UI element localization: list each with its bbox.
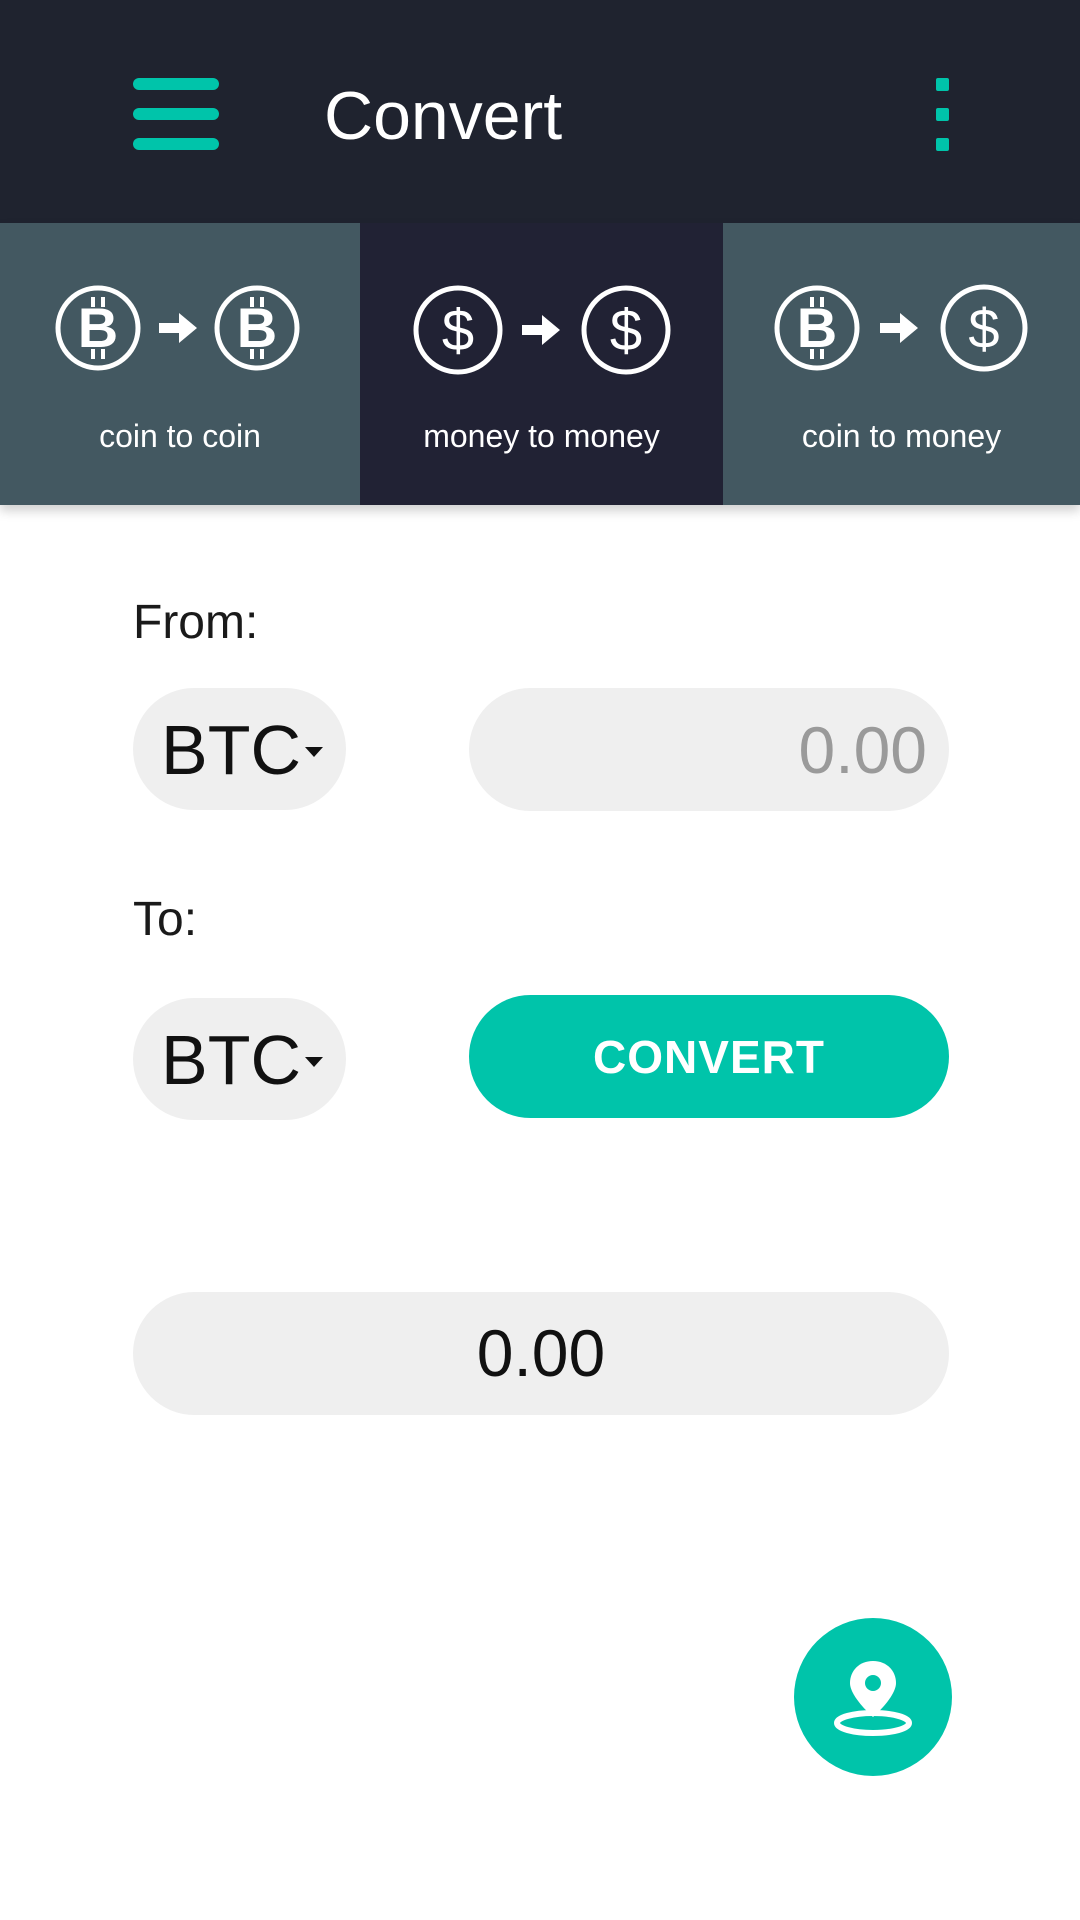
from-label: From:	[133, 596, 259, 649]
app-bar: Convert	[0, 0, 1080, 223]
bitcoin-to-bitcoin-icon: B B	[55, 285, 300, 371]
result-value: 0.00	[133, 1292, 949, 1415]
from-currency-value: BTC	[161, 711, 301, 789]
tab-label: coin to coin	[99, 418, 261, 454]
svg-text:B: B	[796, 296, 836, 359]
svg-text:$: $	[609, 298, 641, 363]
conversion-type-tabs: B B coin to coin $ $ money to money B $ …	[0, 223, 1080, 505]
to-currency-select[interactable]: BTC	[133, 998, 346, 1120]
map-location-pin-icon	[834, 1661, 912, 1736]
page-title: Convert	[324, 78, 563, 154]
svg-text:B: B	[78, 296, 118, 359]
amount-input[interactable]	[469, 688, 949, 811]
tab-money-to-money[interactable]: $ $ money to money	[360, 223, 723, 505]
bitcoin-to-dollar-icon: B $	[774, 284, 1027, 372]
svg-text:$: $	[441, 298, 473, 363]
from-currency-select[interactable]: BTC	[133, 688, 346, 810]
to-currency-value: BTC	[161, 1021, 301, 1099]
chevron-down-icon	[305, 1057, 323, 1067]
hamburger-menu-icon[interactable]	[133, 78, 219, 150]
to-label: To:	[133, 893, 198, 946]
svg-text:B: B	[237, 296, 277, 359]
dollar-to-dollar-icon: $ $	[413, 285, 670, 375]
chevron-down-icon	[305, 747, 323, 757]
svg-text:$: $	[968, 297, 999, 360]
tab-coin-to-money[interactable]: B $ coin to money	[723, 223, 1080, 505]
convert-button[interactable]: CONVERT	[469, 995, 949, 1118]
more-vertical-icon[interactable]	[930, 76, 954, 154]
tab-label: money to money	[423, 418, 660, 454]
tab-coin-to-coin[interactable]: B B coin to coin	[0, 223, 360, 505]
location-fab-button[interactable]	[794, 1618, 952, 1776]
tab-label: coin to money	[801, 418, 1002, 454]
